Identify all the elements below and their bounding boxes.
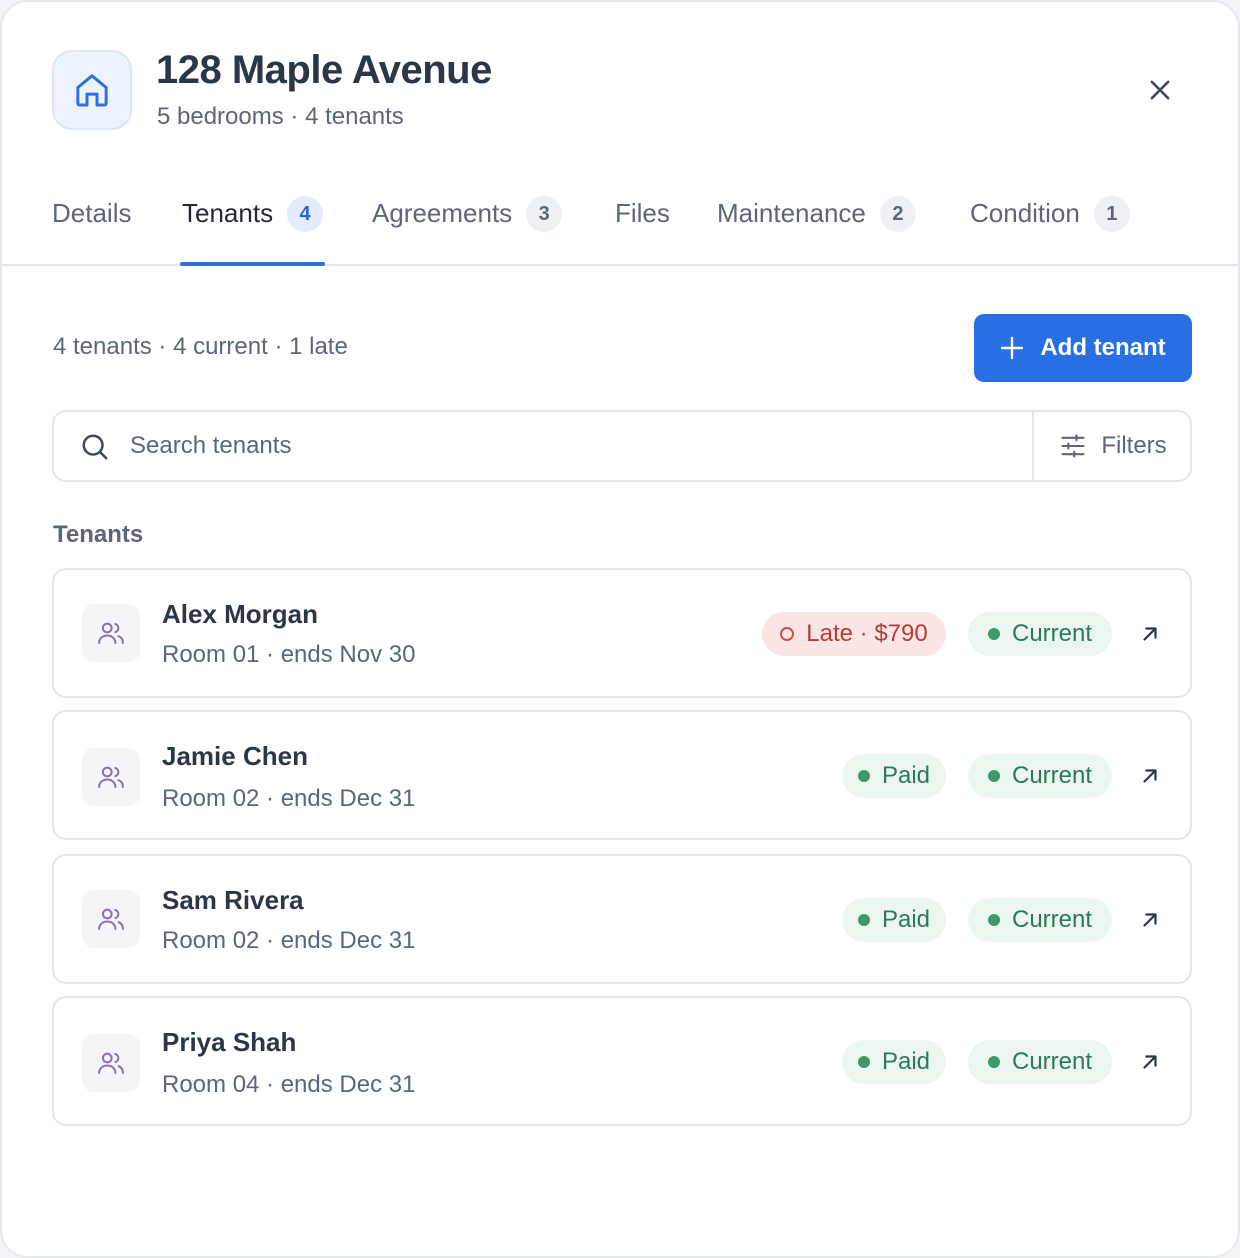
- occupancy-status-label: Current: [1011, 906, 1093, 933]
- add-tenant-button[interactable]: Add tenant: [974, 314, 1192, 382]
- occupancy-status-label: Current: [1011, 620, 1093, 647]
- tab-label: Maintenance: [717, 198, 866, 228]
- payment-status-badge: Paid: [842, 754, 946, 798]
- filters-button[interactable]: Filters: [1034, 412, 1192, 480]
- tenant-summary: 4 tenants · 4 current · 1 late: [53, 333, 348, 360]
- tenant-name: Jamie Chen: [162, 741, 308, 771]
- filters-label: Filters: [1101, 432, 1167, 459]
- tenant-row[interactable]: Priya Shah Room 04 · ends Dec 31 Paid Cu…: [52, 996, 1192, 1126]
- arrow-up-right-icon: [1143, 913, 1157, 927]
- home-icon: [52, 50, 132, 130]
- add-tenant-label: Add tenant: [1040, 334, 1166, 361]
- tab-bar: Details Tenants 4 Agreements 3 Files Mai…: [2, 182, 1238, 266]
- tenant-room: Room 04 · ends Dec 31: [162, 1071, 416, 1098]
- tab-label: Files: [615, 198, 670, 228]
- late-indicator-icon: [780, 627, 795, 641]
- tab-tenants[interactable]: Tenants 4: [179, 182, 326, 266]
- arrow-up-right-icon: [1143, 627, 1157, 641]
- occupancy-status-badge: Current: [968, 1040, 1112, 1084]
- users-icon: [98, 766, 124, 788]
- arrow-up-right-icon: [1143, 1055, 1157, 1069]
- open-tenant-button[interactable]: [1136, 762, 1164, 790]
- open-tenant-button[interactable]: [1136, 1048, 1164, 1076]
- status-dot-icon: [857, 1056, 870, 1068]
- tab-agreements[interactable]: Agreements 3: [372, 182, 563, 264]
- tenant-room: Room 02 · ends Dec 31: [162, 927, 416, 954]
- occupancy-status-label: Current: [1011, 1048, 1093, 1075]
- occupancy-status-badge: Current: [968, 754, 1112, 798]
- close-icon: [1150, 80, 1170, 100]
- users-icon: [98, 1052, 124, 1074]
- tab-count-badge: 1: [1093, 196, 1130, 232]
- open-tenant-button[interactable]: [1136, 620, 1164, 648]
- search-bar: Filters: [52, 410, 1192, 482]
- tab-files[interactable]: Files: [615, 182, 670, 264]
- occupancy-status-badge: Current: [968, 612, 1112, 656]
- status-dot-icon: [987, 628, 1000, 640]
- tenant-avatar: [82, 890, 140, 948]
- tenant-avatar: [82, 1034, 140, 1092]
- tenant-name: Sam Rivera: [162, 885, 304, 915]
- arrow-up-right-icon: [1143, 769, 1157, 783]
- tab-label: Tenants: [182, 198, 274, 228]
- sliders-icon: [1061, 434, 1085, 458]
- page-subtitle: 5 bedrooms · 4 tenants: [157, 103, 404, 130]
- tab-label: Details: [52, 198, 132, 228]
- users-icon: [98, 908, 124, 930]
- payment-status-label: Paid: [881, 906, 931, 933]
- tab-count-badge: 3: [526, 196, 563, 232]
- tenant-avatar: [82, 604, 140, 662]
- payment-status-badge: Late · $790: [762, 612, 946, 656]
- status-dot-icon: [857, 770, 870, 782]
- search-input[interactable]: [130, 424, 1030, 468]
- tab-details[interactable]: Details: [52, 182, 131, 264]
- status-dot-icon: [987, 770, 1000, 782]
- tenant-row[interactable]: Jamie Chen Room 02 · ends Dec 31 Paid Cu…: [52, 710, 1192, 840]
- payment-status-label: Late · $790: [806, 620, 928, 647]
- tab-condition[interactable]: Condition 1: [970, 182, 1130, 264]
- tab-label: Condition: [970, 198, 1080, 228]
- tab-count-badge: 4: [287, 196, 324, 232]
- tenant-name: Alex Morgan: [162, 599, 319, 629]
- search-icon: [82, 434, 108, 460]
- section-title: Tenants: [53, 521, 144, 548]
- status-dot-icon: [987, 1056, 1000, 1068]
- close-button[interactable]: [1136, 66, 1184, 114]
- panel-header: 128 Maple Avenue 5 bedrooms · 4 tenants: [2, 2, 1238, 152]
- plus-icon: [1001, 336, 1024, 360]
- users-icon: [98, 622, 124, 644]
- occupancy-status-label: Current: [1011, 762, 1093, 789]
- tenant-room: Room 01 · ends Nov 30: [162, 641, 416, 668]
- payment-status-label: Paid: [881, 762, 931, 789]
- open-tenant-button[interactable]: [1136, 906, 1164, 934]
- payment-status-badge: Paid: [842, 1040, 946, 1084]
- occupancy-status-badge: Current: [968, 898, 1112, 942]
- payment-status-badge: Paid: [842, 898, 946, 942]
- status-dot-icon: [857, 914, 870, 926]
- status-dot-icon: [987, 914, 1000, 926]
- tenant-room: Room 02 · ends Dec 31: [162, 785, 416, 812]
- payment-status-label: Paid: [881, 1048, 931, 1075]
- tenant-avatar: [82, 748, 140, 806]
- property-panel: 128 Maple Avenue 5 bedrooms · 4 tenants …: [0, 0, 1240, 1258]
- tenant-row[interactable]: Alex Morgan Room 01 · ends Nov 30 Late ·…: [52, 568, 1192, 698]
- tab-count-badge: 2: [879, 196, 916, 232]
- tenant-name: Priya Shah: [162, 1027, 297, 1057]
- tab-maintenance[interactable]: Maintenance 2: [717, 182, 916, 264]
- tab-label: Agreements: [372, 198, 513, 228]
- tenant-row[interactable]: Sam Rivera Room 02 · ends Dec 31 Paid Cu…: [52, 854, 1192, 984]
- page-title: 128 Maple Avenue: [156, 48, 492, 92]
